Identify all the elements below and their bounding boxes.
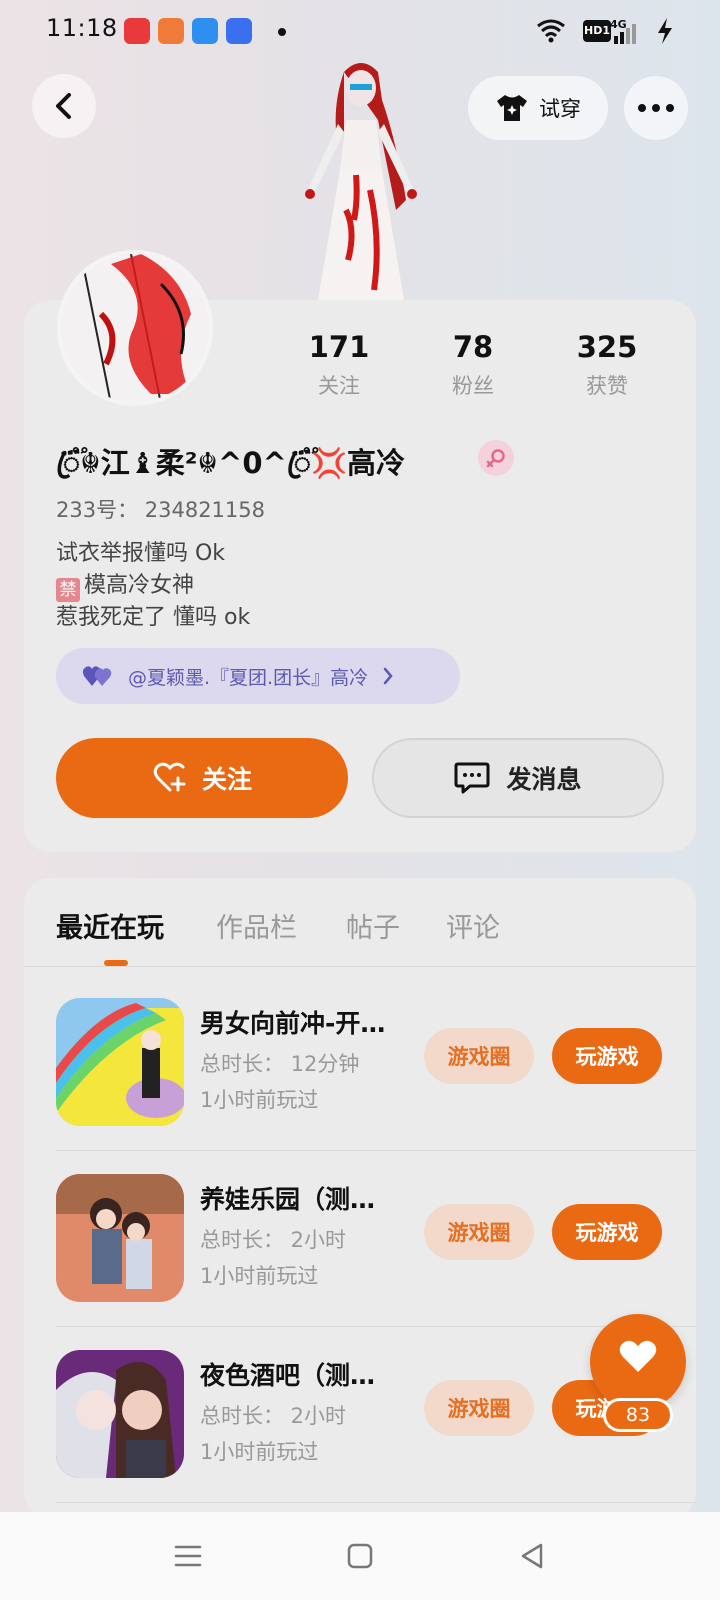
notification-dot-icon bbox=[278, 28, 286, 36]
game-duration: 总时长： 2小时 bbox=[200, 1228, 347, 1252]
signal-icon bbox=[614, 24, 636, 44]
tab-recently-played[interactable]: 最近在玩 bbox=[56, 906, 164, 945]
tab-posts[interactable]: 帖子 bbox=[346, 906, 400, 945]
game-title: 男女向前冲-开… bbox=[200, 1009, 386, 1038]
forbidden-emoji-icon: 禁 bbox=[56, 578, 80, 602]
home-nav-button[interactable] bbox=[340, 1536, 380, 1576]
game-circle-button[interactable]: 游戏圈 bbox=[424, 1380, 534, 1436]
charging-icon bbox=[658, 18, 672, 44]
user-id: 233号： 234821158 bbox=[56, 498, 266, 522]
game-last-played: 1小时前玩过 bbox=[200, 1264, 319, 1288]
game-title: 养娃乐园（测… bbox=[200, 1185, 376, 1214]
bio-line-1: 试衣举报懂吗 Ok bbox=[56, 541, 226, 566]
stat-following-value: 171 bbox=[308, 330, 370, 364]
heart-plus-icon bbox=[153, 762, 186, 792]
female-gender-icon bbox=[478, 440, 514, 476]
try-on-label: 试穿 bbox=[539, 97, 581, 121]
chat-bubble-icon bbox=[454, 762, 490, 794]
stat-following-label: 关注 bbox=[318, 374, 360, 398]
menu-lines-icon bbox=[174, 1545, 202, 1567]
game-row[interactable]: 养娃乐园（测… 总时长： 2小时 1小时前玩过 游戏圈 玩游戏 bbox=[24, 1142, 696, 1318]
notification-app-icon-blue bbox=[192, 18, 218, 44]
chevron-left-icon bbox=[56, 93, 71, 119]
game-thumbnail-image bbox=[56, 1174, 184, 1302]
stat-likes[interactable]: 325 获赞 bbox=[547, 330, 667, 400]
wifi-icon bbox=[537, 19, 565, 43]
back-button[interactable] bbox=[32, 74, 96, 138]
game-thumbnail[interactable] bbox=[56, 1350, 184, 1478]
stat-following[interactable]: 171 关注 bbox=[279, 330, 399, 400]
send-message-button[interactable]: 发消息 bbox=[372, 738, 664, 818]
heart-double-icon bbox=[82, 666, 112, 686]
notification-app-icon-red bbox=[124, 18, 150, 44]
avatar-image bbox=[61, 254, 209, 402]
hd-voice-badge: HD1 bbox=[583, 20, 611, 42]
play-game-button[interactable]: 玩游戏 bbox=[552, 1204, 662, 1260]
square-home-icon bbox=[347, 1543, 373, 1569]
character-figure bbox=[305, 63, 417, 300]
shirt-sparkle-icon bbox=[497, 95, 527, 121]
stat-likes-label: 获赞 bbox=[586, 374, 628, 398]
game-thumbnail[interactable] bbox=[56, 998, 184, 1126]
game-title: 夜色酒吧（测… bbox=[200, 1361, 376, 1390]
stat-followers-label: 粉丝 bbox=[452, 374, 494, 398]
more-dots-icon bbox=[638, 104, 674, 112]
game-circle-button[interactable]: 游戏圈 bbox=[424, 1204, 534, 1260]
team-label: @夏颖墨.『夏团.团长』高冷 bbox=[128, 666, 369, 689]
notification-app-icon-blue2 bbox=[226, 18, 252, 44]
stat-likes-value: 325 bbox=[576, 330, 638, 364]
play-game-button[interactable]: 玩游戏 bbox=[552, 1028, 662, 1084]
bio-line-2-text: 模高冷女神 bbox=[84, 573, 195, 598]
status-bar: 11:18 HD1 4G bbox=[0, 0, 720, 64]
tab-works[interactable]: 作品栏 bbox=[216, 906, 297, 945]
status-time: 11:18 bbox=[46, 14, 118, 42]
avatar[interactable] bbox=[57, 250, 213, 406]
game-thumbnail-image bbox=[56, 998, 184, 1126]
bio-line-3: 惹我死定了 懂吗 ok bbox=[56, 605, 251, 630]
team-link[interactable]: @夏颖墨.『夏团.团长』高冷 bbox=[56, 648, 460, 704]
back-nav-button[interactable] bbox=[512, 1536, 552, 1576]
game-row[interactable]: 男女向前冲-开… 总时长： 12分钟 1小时前玩过 游戏圈 玩游戏 bbox=[24, 966, 696, 1142]
menu-nav-button[interactable] bbox=[168, 1536, 208, 1576]
follow-button[interactable]: 关注 bbox=[56, 738, 348, 818]
follow-label: 关注 bbox=[201, 765, 252, 794]
try-on-button[interactable]: 试穿 bbox=[468, 76, 608, 140]
like-button[interactable] bbox=[590, 1314, 686, 1410]
row-divider bbox=[56, 1502, 696, 1503]
nickname: ꦿ֟፝☬江♝柔²☬^0^ꦿ֟፝💢高冷 bbox=[56, 446, 406, 480]
like-count-badge: 83 bbox=[603, 1398, 673, 1432]
game-last-played: 1小时前玩过 bbox=[200, 1440, 319, 1464]
send-message-label: 发消息 bbox=[506, 765, 582, 794]
stat-followers[interactable]: 78 粉丝 bbox=[413, 330, 533, 400]
game-last-played: 1小时前玩过 bbox=[200, 1088, 319, 1112]
more-options-button[interactable] bbox=[624, 76, 688, 140]
triangle-back-icon bbox=[521, 1543, 543, 1569]
chevron-right-icon bbox=[383, 667, 393, 685]
game-duration: 总时长： 12分钟 bbox=[200, 1052, 360, 1076]
notification-app-icon-orange bbox=[158, 18, 184, 44]
stat-followers-value: 78 bbox=[452, 330, 494, 364]
bio: 试衣举报懂吗 Ok 禁模高冷女神 惹我死定了 懂吗 ok bbox=[56, 538, 250, 634]
game-thumbnail-image bbox=[56, 1350, 184, 1478]
bio-line-2: 禁模高冷女神 bbox=[56, 570, 250, 602]
game-thumbnail[interactable] bbox=[56, 1174, 184, 1302]
profile-stats: 171 关注 78 粉丝 325 获赞 bbox=[285, 330, 705, 410]
tab-comments[interactable]: 评论 bbox=[446, 906, 500, 945]
game-circle-button[interactable]: 游戏圈 bbox=[424, 1028, 534, 1084]
system-nav-bar bbox=[0, 1512, 720, 1600]
game-duration: 总时长： 2小时 bbox=[200, 1404, 347, 1428]
heart-icon bbox=[619, 1340, 657, 1372]
